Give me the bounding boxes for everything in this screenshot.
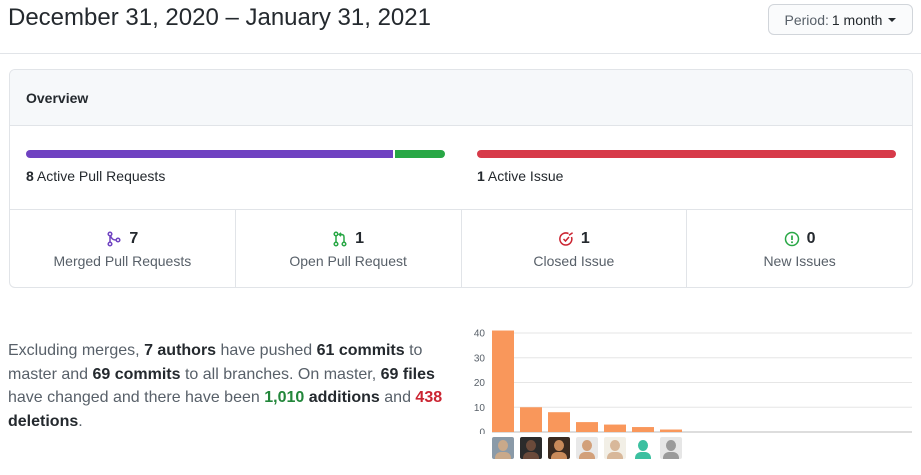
period-dropdown-button[interactable]: Period: 1 month [768,4,913,35]
closed-issue-count: 1 [580,229,590,247]
issues-bar[interactable] [477,150,896,158]
issue-segment [477,150,896,158]
period-value: 1 month [831,11,883,28]
summary-commits-master: 61 commits [316,342,405,359]
summary-additions-word: additions [304,389,380,406]
summary-commits-all: 69 commits [92,365,181,383]
stat-new-issues[interactable]: 0 New Issues [687,210,912,287]
chart-svg: 0 10 20 30 40 [474,329,912,435]
summary-text-4: to all branches. On master, [180,365,381,383]
date-range-title: December 31, 2020 – January 31, 2021 [8,4,431,31]
summary-text-1: Excluding merges, [8,342,145,359]
avatar-author-6[interactable] [632,437,654,459]
stat-closed-issue[interactable]: 1 Closed Issue [462,210,688,287]
page-header: December 31, 2020 – January 31, 2021 Per… [0,0,921,54]
active-issue-label: Active Issue [487,168,564,184]
git-merge-icon [107,230,121,247]
bar-author-1[interactable] [492,330,514,432]
period-label: Period: [784,11,829,28]
bar-author-7[interactable] [660,429,682,432]
summary-additions-number: 1,010 [264,389,305,406]
active-issues-link[interactable]: 1 Active Issue [477,168,563,184]
summary-text-5: have changed and there have been [8,389,265,406]
open-segment [394,150,445,158]
overview-bars: 8 Active Pull Requests 1 Active Issue [10,126,912,210]
y-tick-label: 30 [474,353,486,364]
avatar-author-7[interactable] [660,437,682,459]
issue-closed-icon [559,231,573,246]
bar-author-2[interactable] [520,407,542,432]
closed-issue-label: Closed Issue [533,252,615,269]
stat-open-pull-request[interactable]: 1 Open Pull Request [236,210,462,287]
active-issue-count: 1 [477,168,485,184]
active-pr-count: 8 [26,168,34,184]
caret-down-icon [888,18,897,22]
open-pr-label: Open Pull Request [289,252,407,269]
active-pull-requests-link[interactable]: 8 Active Pull Requests [26,168,165,184]
merged-segment [26,150,393,158]
avatar-author-3[interactable] [548,437,570,459]
y-tick-label: 40 [474,329,486,340]
summary-text-7: . [78,412,83,430]
summary-text-6: and [379,389,416,406]
bar-author-6[interactable] [632,427,654,432]
stat-merged-pull-requests[interactable]: 7 Merged Pull Requests [10,210,236,287]
merged-label: Merged Pull Requests [53,252,192,269]
overview-stats: 7 Merged Pull Requests 1 Open Pull Reque… [10,210,912,287]
y-tick-label: 20 [474,378,486,389]
bar-author-3[interactable] [548,412,570,432]
summary-authors: 7 authors [144,342,217,359]
avatar-author-4[interactable] [576,437,598,459]
merged-count: 7 [129,229,139,247]
active-pr-label: Active Pull Requests [36,168,166,184]
avatar-author-5[interactable] [604,437,626,459]
commits-by-author-chart: 0 10 20 30 40 [468,322,921,475]
summary-text-2: have pushed [216,342,317,359]
avatar-author-1[interactable] [492,437,514,459]
new-issues-label: New Issues [763,252,836,269]
pull-requests-bar[interactable] [26,150,445,158]
git-pull-request-icon [333,230,347,247]
summary-deletions-number: 438 [415,389,443,406]
avatar-author-2[interactable] [520,437,542,459]
summary-deletions-word: deletions [8,412,79,430]
y-tick-label: 0 [479,428,485,435]
bar-author-5[interactable] [604,424,626,432]
commit-summary: Excluding merges, 7 authors have pushed … [8,339,458,433]
issue-opened-icon [784,231,799,246]
summary-files: 69 files [380,365,435,383]
y-tick-label: 10 [474,403,486,414]
new-issues-count: 0 [806,229,816,247]
overview-box: Overview 8 Active Pull Requests 1 Active… [9,69,913,288]
overview-title: Overview [10,70,912,126]
open-pr-count: 1 [355,229,365,247]
bar-author-4[interactable] [576,422,598,432]
